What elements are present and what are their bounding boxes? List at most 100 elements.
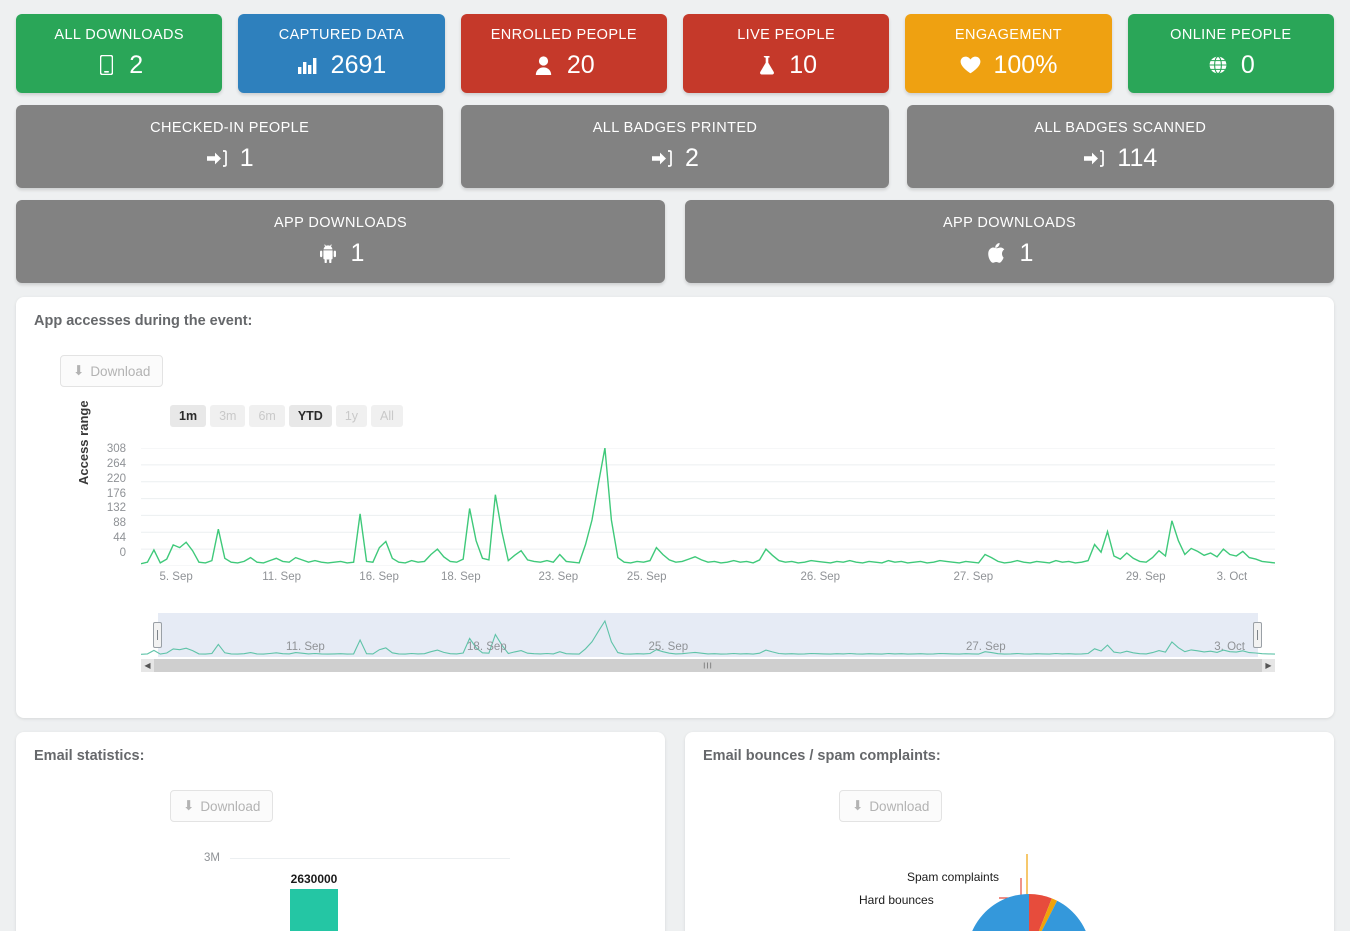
kpi-card-captured-data[interactable]: CAPTURED DATA 2691 [238, 14, 445, 93]
access-line-plot[interactable] [141, 448, 1275, 566]
y-axis-ticks: 308 264 220 176 132 88 44 0 [86, 443, 126, 562]
bar-chart-icon [297, 53, 319, 77]
kpi-value: 114 [1117, 144, 1158, 172]
chart-scrollbar[interactable]: ◀ III ▶ [141, 659, 1275, 672]
sign-in-icon [1083, 146, 1105, 170]
mobile-icon [95, 53, 117, 77]
navigator-x-tick: 25. Sep [648, 641, 689, 653]
chart-navigator[interactable]: 11. Sep 18. Sep 25. Sep 27. Sep 3. Oct [141, 613, 1275, 657]
range-button-6m[interactable]: 6m [249, 405, 285, 427]
navigator-x-tick: 3. Oct [1214, 641, 1245, 653]
kpi-title: ALL BADGES PRINTED [592, 120, 758, 136]
x-tick: 11. Sep [262, 571, 302, 583]
bounces-pie-chart[interactable]: Spam complaints Hard bounces [703, 834, 1316, 931]
app-accesses-panel: App accesses during the event: ⬇ Downloa… [16, 297, 1334, 718]
bar-ytick-3m: 3M [204, 852, 220, 864]
kpi-row-primary: ALL DOWNLOADS 2 CAPTURED DATA 2691 ENROL… [16, 14, 1334, 93]
range-button-ytd[interactable]: YTD [288, 405, 332, 427]
scrollbar-left-arrow[interactable]: ◀ [141, 659, 154, 672]
pie-slice[interactable] [967, 894, 1091, 931]
y-tick: 88 [113, 517, 126, 530]
email-bar-chart[interactable]: 3M 2M 2630000 [34, 836, 647, 931]
kpi-card-checked-in-people[interactable]: CHECKED-IN PEOPLE 1 [16, 105, 444, 188]
sign-in-icon [651, 146, 673, 170]
bottom-panels-row: Email statistics: ⬇ Download 3M 2M 26300… [16, 732, 1334, 931]
panel-title-app-accesses: App accesses during the event: [34, 313, 253, 329]
kpi-card-online-people[interactable]: ONLINE PEOPLE 0 [1127, 14, 1334, 93]
download-button-email-statistics[interactable]: ⬇ Download [170, 790, 274, 822]
kpi-value: 100% [993, 51, 1058, 79]
kpi-value: 2691 [330, 51, 387, 79]
range-button-1y[interactable]: 1y [335, 405, 368, 427]
y-tick: 176 [106, 487, 126, 500]
kpi-value-line: 2 [24, 51, 214, 79]
kpi-title: ENROLLED PEOPLE [490, 27, 637, 43]
kpi-card-all-badges-scanned[interactable]: ALL BADGES SCANNED 114 [906, 105, 1334, 188]
navigator-inner: 11. Sep 18. Sep 25. Sep 27. Sep 3. Oct [141, 613, 1275, 657]
scrollbar-right-arrow[interactable]: ▶ [1262, 659, 1275, 672]
download-button-app-accesses[interactable]: ⬇ Download [60, 355, 164, 387]
download-button-label: Download [869, 798, 930, 814]
kpi-value-line: 1 [693, 239, 1326, 267]
scrollbar-track[interactable]: III [154, 659, 1262, 672]
download-button-wrap: ⬇ Download [170, 790, 647, 822]
navigator-x-tick: 27. Sep [966, 641, 1006, 653]
y-tick: 220 [106, 472, 126, 485]
kpi-value-line: 1 [24, 239, 657, 267]
download-button-wrap: ⬇ Download [839, 790, 1316, 822]
download-button-wrap: ⬇ Download [60, 355, 1316, 387]
y-tick: 308 [106, 443, 126, 455]
navigator-x-tick: 11. Sep [286, 641, 325, 653]
kpi-value: 10 [789, 51, 818, 79]
kpi-value: 0 [1240, 51, 1255, 79]
kpi-value: 2 [685, 144, 699, 172]
y-tick: 44 [113, 532, 126, 545]
scrollbar-grip[interactable]: III [703, 661, 713, 670]
kpi-value-line: 10 [691, 51, 881, 79]
range-button-1m[interactable]: 1m [170, 405, 207, 427]
range-selector: 1m 3m 6m YTD 1y All [170, 405, 1316, 427]
globe-icon [1207, 53, 1229, 77]
kpi-value-line: 100% [913, 51, 1103, 79]
download-button-email-bounces[interactable]: ⬇ Download [839, 790, 943, 822]
kpi-value-line: 114 [915, 144, 1326, 172]
kpi-value-line: 2691 [246, 51, 436, 79]
kpi-row-app-downloads: APP DOWNLOADS 1 APP DOWNLOADS 1 [16, 200, 1334, 283]
kpi-title: APP DOWNLOADS [942, 215, 1077, 231]
sign-in-icon [206, 146, 228, 170]
download-arrow-icon: ⬇ [852, 798, 864, 813]
y-tick: 264 [106, 457, 126, 470]
kpi-card-engagement[interactable]: ENGAGEMENT 100% [905, 14, 1112, 93]
kpi-title: CAPTURED DATA [278, 27, 405, 43]
kpi-value: 1 [1019, 239, 1034, 267]
navigator-handle-right[interactable] [1252, 622, 1262, 648]
y-tick: 0 [119, 546, 126, 559]
kpi-card-live-people[interactable]: LIVE PEOPLE 10 [682, 14, 890, 93]
kpi-value: 1 [239, 144, 254, 172]
range-button-all[interactable]: All [371, 405, 403, 427]
panel-title-email-statistics: Email statistics: [34, 748, 145, 764]
kpi-title: ONLINE PEOPLE [1170, 27, 1292, 43]
bar-rect[interactable] [290, 889, 338, 931]
kpi-value-line: 2 [469, 144, 880, 172]
apple-icon [986, 241, 1008, 265]
kpi-card-app-downloads-android[interactable]: APP DOWNLOADS 1 [16, 200, 665, 283]
kpi-title: CHECKED-IN PEOPLE [150, 120, 310, 136]
person-icon [533, 53, 555, 77]
x-tick: 29. Sep [1125, 571, 1166, 583]
kpi-card-app-downloads-ios[interactable]: APP DOWNLOADS 1 [685, 200, 1334, 283]
kpi-card-all-downloads[interactable]: ALL DOWNLOADS 2 [16, 14, 223, 93]
kpi-card-all-badges-printed[interactable]: ALL BADGES PRINTED 2 [461, 105, 889, 188]
flask-icon [755, 53, 777, 77]
access-chart-area: Access range 308 264 220 176 132 88 44 0 5. Sep… [34, 400, 1316, 603]
panel-title-email-bounces: Email bounces / spam complaints: [703, 748, 941, 764]
x-tick: 25. Sep [626, 571, 667, 583]
navigator-handle-left[interactable] [153, 622, 162, 648]
email-bounces-panel: Email bounces / spam complaints: ⬇ Downl… [685, 732, 1334, 931]
x-tick: 3. Oct [1216, 571, 1248, 583]
kpi-card-enrolled-people[interactable]: ENROLLED PEOPLE 20 [460, 14, 667, 93]
kpi-value-line: 1 [24, 144, 435, 172]
range-button-3m[interactable]: 3m [210, 405, 246, 427]
dashboard-page: ALL DOWNLOADS 2 CAPTURED DATA 2691 ENROL… [0, 0, 1350, 931]
x-tick: 5. Sep [159, 571, 193, 583]
